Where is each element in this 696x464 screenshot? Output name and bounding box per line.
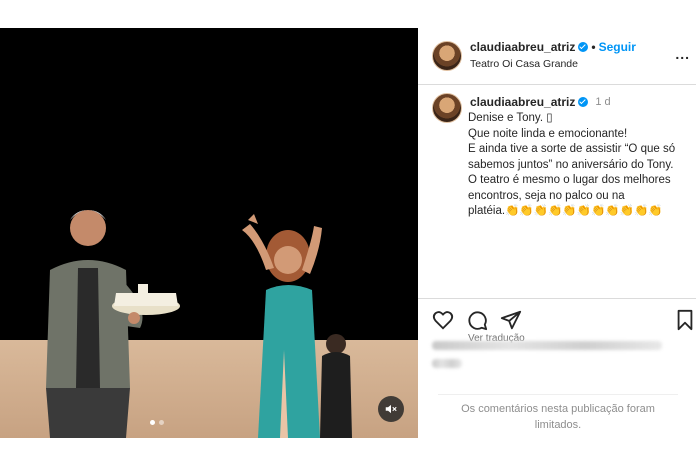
- verified-icon: [578, 42, 589, 52]
- header-username[interactable]: claudiaabreu_atriz: [470, 40, 575, 54]
- action-bar: [418, 298, 696, 339]
- mute-button[interactable]: [378, 396, 404, 422]
- more-options-icon[interactable]: ...: [675, 46, 690, 62]
- caption-avatar[interactable]: [432, 93, 462, 123]
- likes-summary-blurred: [432, 341, 662, 350]
- location-link[interactable]: Teatro Oi Casa Grande: [470, 58, 578, 70]
- header-username-row: claudiaabreu_atriz • Seguir: [470, 40, 636, 54]
- carousel-dot: [159, 420, 164, 425]
- carousel-indicator: [150, 420, 164, 425]
- instagram-post: claudiaabreu_atriz • Seguir Teatro Oi Ca…: [0, 28, 696, 438]
- background-person: [320, 334, 352, 438]
- caption-line: platéia.👏👏👏👏👏👏👏👏👏👏👏: [468, 205, 663, 217]
- post-header: claudiaabreu_atriz • Seguir Teatro Oi Ca…: [418, 28, 696, 85]
- man-holding-cake: [46, 210, 180, 438]
- heart-icon[interactable]: [432, 309, 454, 331]
- caption-line: Que noite linda e emocionante!: [468, 127, 628, 140]
- comment-icon[interactable]: [466, 309, 488, 331]
- caption-username[interactable]: claudiaabreu_atriz: [470, 95, 575, 109]
- caption-line: O teatro é mesmo o lugar dos melhores en…: [468, 174, 671, 202]
- verified-icon: [578, 97, 589, 107]
- share-icon[interactable]: [500, 309, 522, 331]
- caption-username-row: claudiaabreu_atriz 1 d: [470, 95, 611, 109]
- separator-dot: •: [591, 40, 596, 54]
- avatar[interactable]: [432, 41, 462, 71]
- caption: claudiaabreu_atriz 1 d Denise e Tony. ▯ …: [418, 85, 696, 344]
- caption-line: E ainda tive a sorte de assistir “O que …: [468, 143, 676, 171]
- comments-limited-notice: Os comentários nesta publicação foram li…: [438, 394, 678, 433]
- post-media[interactable]: [0, 28, 418, 438]
- carousel-dot-active: [150, 420, 155, 425]
- speaker-muted-icon: [385, 404, 397, 414]
- follow-button[interactable]: Seguir: [599, 40, 636, 54]
- post-date-blurred: [432, 359, 462, 368]
- post-time[interactable]: 1 d: [595, 96, 610, 108]
- post-sidebar: claudiaabreu_atriz • Seguir Teatro Oi Ca…: [418, 28, 696, 438]
- caption-line: Denise e Tony. ▯: [468, 112, 553, 124]
- caption-text: Denise e Tony. ▯ Que noite linda e emoci…: [468, 111, 688, 220]
- bookmark-icon[interactable]: [674, 309, 696, 331]
